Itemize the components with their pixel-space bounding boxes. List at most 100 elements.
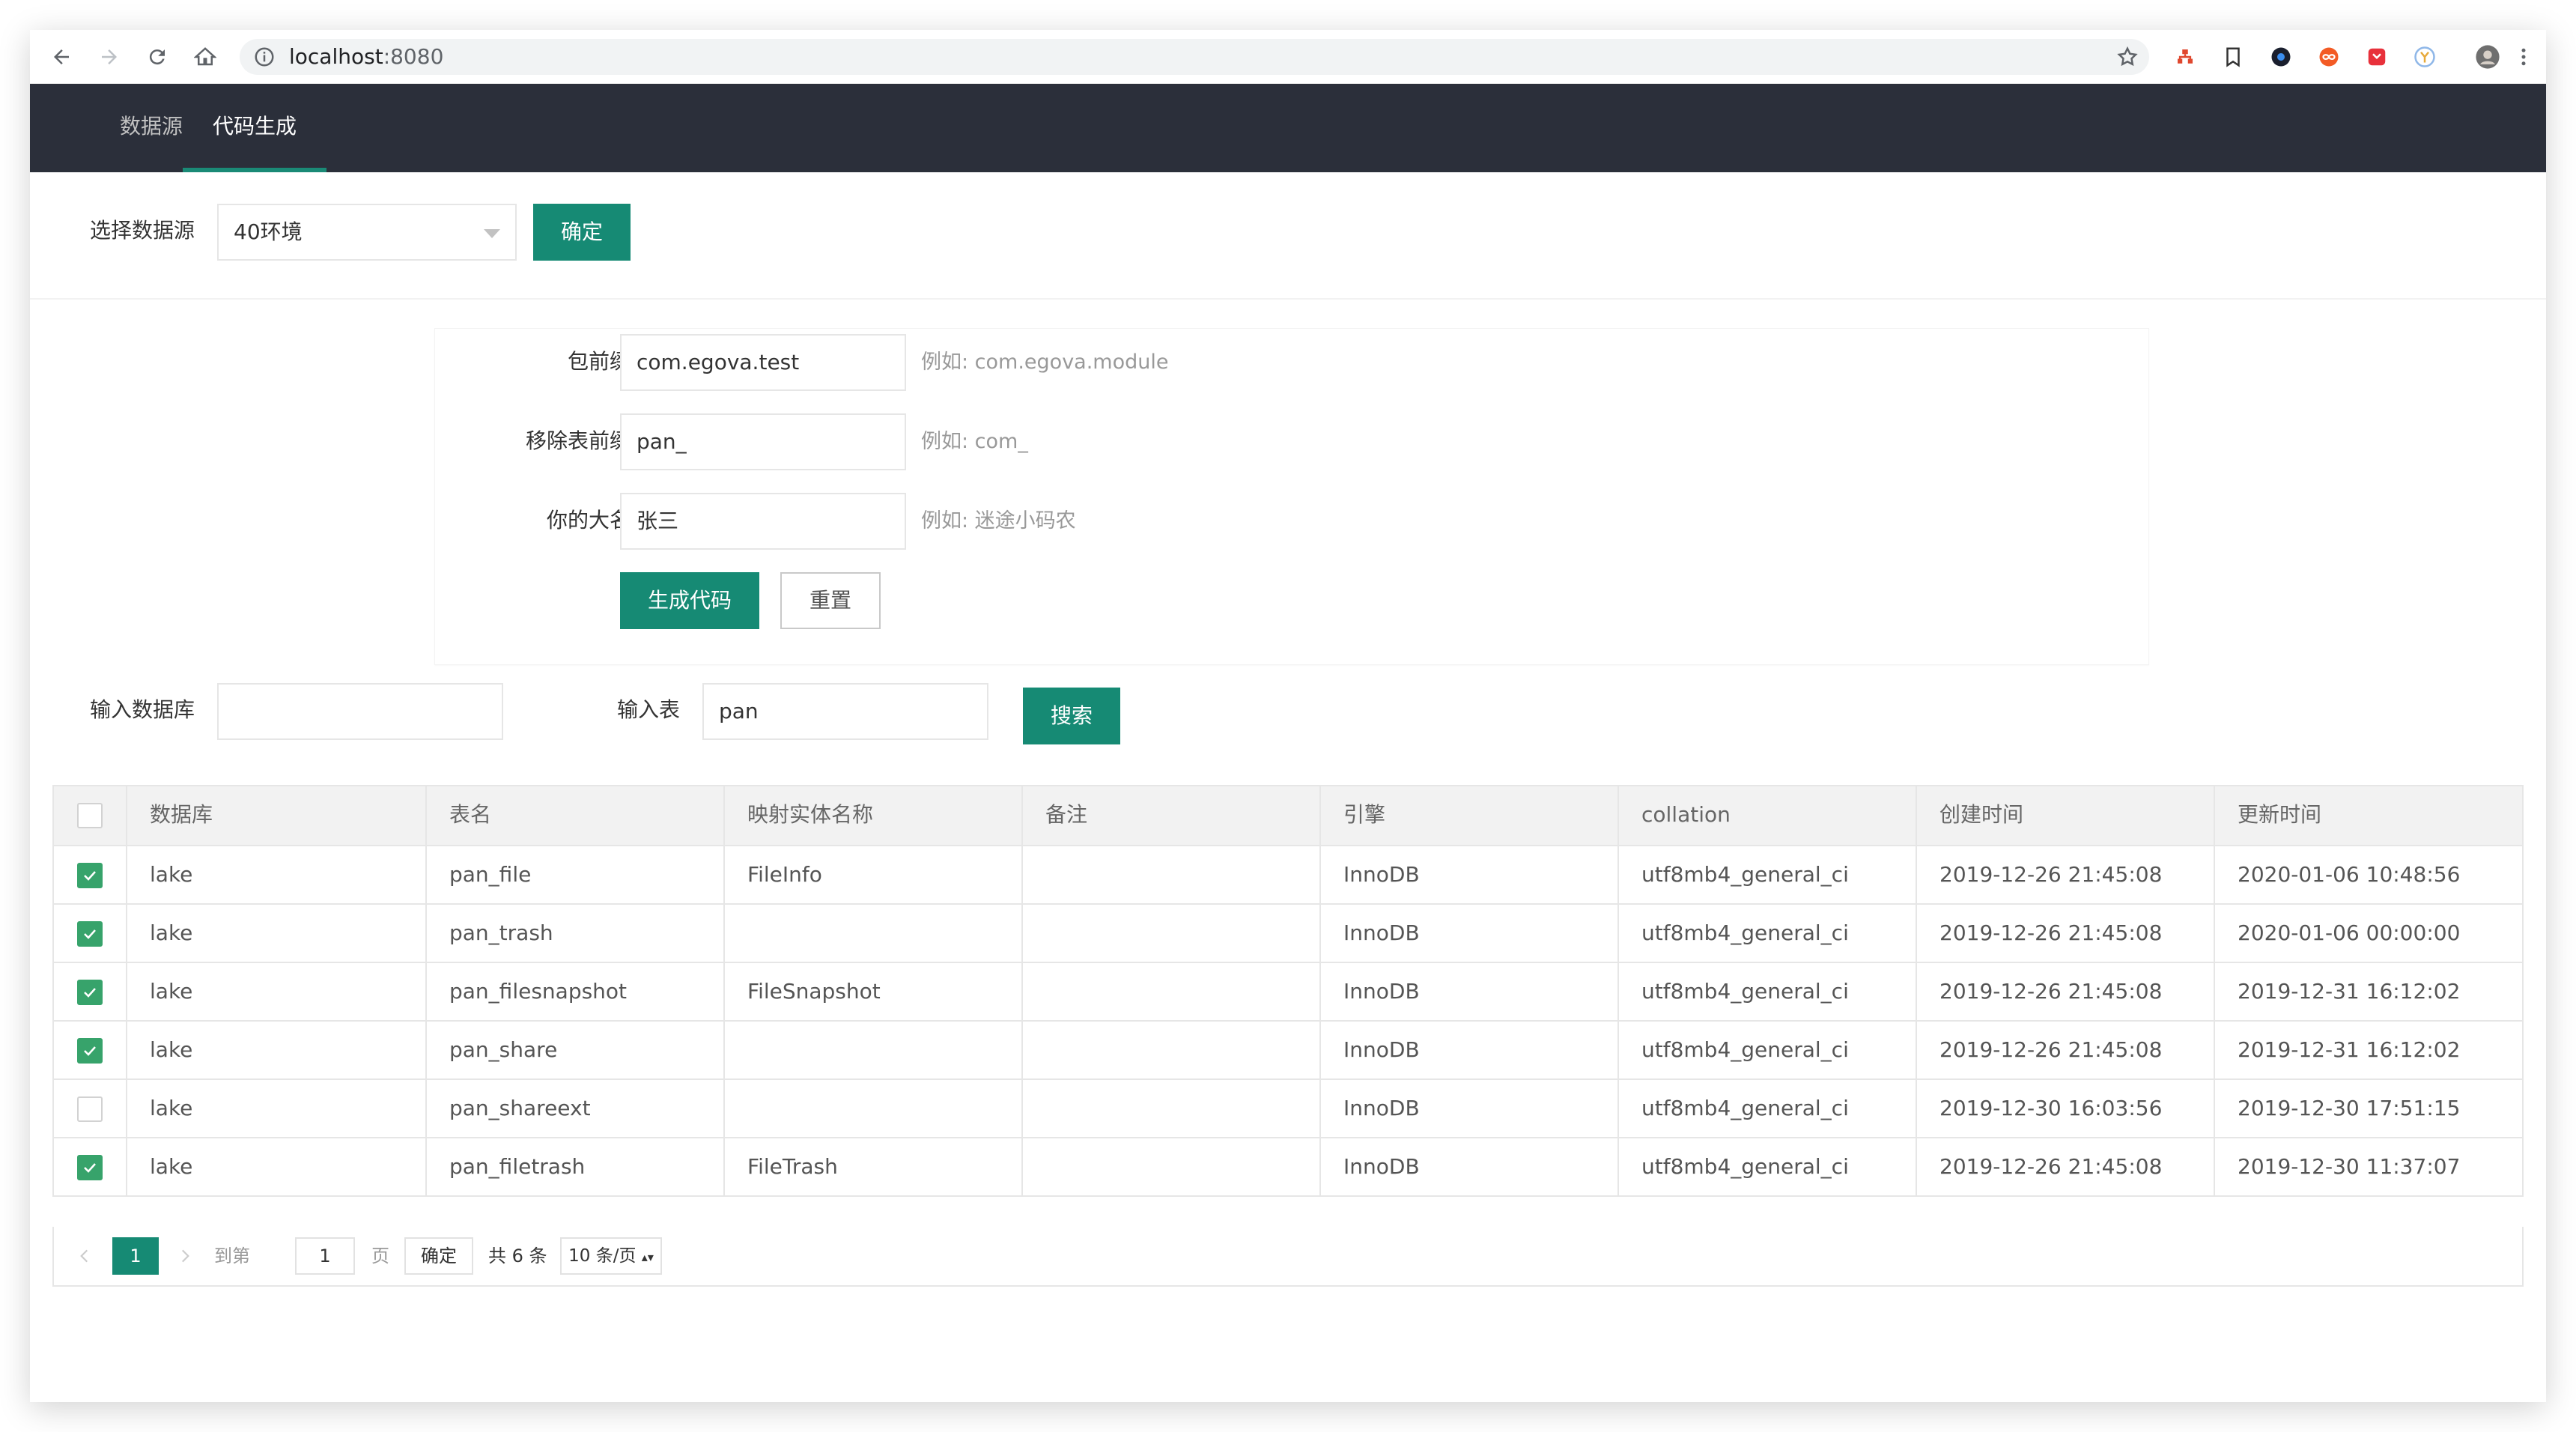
db-search-input[interactable]	[217, 683, 503, 740]
cell-collation: utf8mb4_general_ci	[1617, 1022, 1916, 1080]
forward-icon[interactable]	[93, 40, 126, 73]
app-navbar: 数据源 代码生成	[30, 84, 2546, 172]
extension-y-icon[interactable]	[2411, 43, 2438, 70]
back-icon[interactable]	[45, 40, 78, 73]
cell-collation: utf8mb4_general_ci	[1617, 1080, 1916, 1138]
divider	[30, 298, 2546, 300]
search-button[interactable]: 搜索	[1023, 688, 1120, 744]
header-collation[interactable]: collation	[1617, 786, 1916, 845]
row-select-cell	[54, 1138, 126, 1197]
row-checkbox[interactable]	[77, 1096, 103, 1122]
remove-prefix-hint: 例如: com_	[921, 430, 1028, 453]
cell-collation: utf8mb4_general_ci	[1617, 1138, 1916, 1197]
header-db[interactable]: 数据库	[126, 786, 425, 845]
check-icon	[84, 871, 96, 881]
table-row[interactable]: lake pan_share InnoDB utf8mb4_general_ci 201…	[54, 1020, 2522, 1080]
row-select-cell	[54, 963, 126, 1022]
select-all-checkbox[interactable]	[77, 803, 103, 828]
row-checkbox[interactable]	[77, 980, 103, 1005]
row-checkbox[interactable]	[77, 921, 103, 947]
cell-entity	[723, 1022, 1021, 1080]
cell-comment	[1021, 905, 1319, 963]
cell-name: pan_filesnapshot	[425, 963, 723, 1022]
generate-code-button[interactable]: 生成代码	[620, 572, 759, 629]
home-icon[interactable]	[189, 40, 222, 73]
cell-name: pan_trash	[425, 905, 723, 963]
table-row[interactable]: lake pan_filetrash FileTrash InnoDB utf8mb4_…	[54, 1137, 2522, 1197]
header-updated[interactable]: 更新时间	[2214, 786, 2522, 845]
profile-avatar[interactable]	[2474, 43, 2501, 70]
extension-circle-icon[interactable]	[2267, 43, 2294, 70]
table-row[interactable]: lake pan_file FileInfo InnoDB utf8mb4_genera…	[54, 845, 2522, 905]
datasource-confirm-button[interactable]: 确定	[533, 204, 631, 261]
cell-created: 2019-12-26 21:45:08	[1916, 1022, 2214, 1080]
header-engine[interactable]: 引擎	[1319, 786, 1617, 845]
cell-engine: InnoDB	[1319, 963, 1617, 1022]
cell-comment	[1021, 1080, 1319, 1138]
check-icon	[84, 1163, 96, 1173]
reset-button[interactable]: 重置	[780, 572, 881, 629]
cell-created: 2019-12-26 21:45:08	[1916, 846, 2214, 905]
cell-entity: FileInfo	[723, 846, 1021, 905]
cell-db: lake	[126, 905, 425, 963]
info-icon[interactable]	[253, 46, 276, 68]
table-row[interactable]: lake pan_shareext InnoDB utf8mb4_general_ci…	[54, 1078, 2522, 1138]
cell-created: 2019-12-26 21:45:08	[1916, 963, 2214, 1022]
package-prefix-label: 包前缀	[567, 349, 631, 374]
table-row[interactable]: lake pan_trash InnoDB utf8mb4_general_ci 201…	[54, 903, 2522, 963]
extension-bookmark-icon[interactable]	[2220, 43, 2247, 70]
author-label: 你的大名	[546, 508, 631, 533]
chevron-right-icon[interactable]	[174, 1237, 196, 1275]
row-checkbox[interactable]	[77, 1155, 103, 1180]
reload-icon[interactable]	[141, 40, 174, 73]
datasource-select[interactable]: 40环境	[217, 204, 517, 261]
cell-updated: 2019-12-31 16:12:02	[2214, 963, 2522, 1022]
page-size-select[interactable]: 10 条/页 ▴▾	[560, 1237, 662, 1275]
chevron-left-icon[interactable]	[73, 1237, 96, 1275]
cell-db: lake	[126, 1138, 425, 1197]
cell-engine: InnoDB	[1319, 846, 1617, 905]
bookmark-star-icon[interactable]	[2116, 46, 2139, 68]
header-created[interactable]: 创建时间	[1916, 786, 2214, 845]
extension-sitemap-icon[interactable]	[2172, 43, 2199, 70]
row-checkbox[interactable]	[77, 1038, 103, 1064]
address-bar[interactable]: localhost:8080	[240, 39, 2149, 75]
page-unit-label: 页	[371, 1246, 389, 1266]
row-checkbox[interactable]	[77, 863, 103, 888]
table-row[interactable]: lake pan_filesnapshot FileSnapshot InnoDB ut…	[54, 962, 2522, 1022]
check-icon	[84, 929, 96, 939]
header-entity[interactable]: 映射实体名称	[723, 786, 1021, 845]
cell-db: lake	[126, 1022, 425, 1080]
row-select-cell	[54, 1022, 126, 1080]
page-size-value: 10 条/页	[568, 1246, 637, 1266]
cell-collation: utf8mb4_general_ci	[1617, 846, 1916, 905]
goto-input[interactable]: 1	[295, 1237, 355, 1275]
cell-comment	[1021, 1138, 1319, 1197]
check-icon	[84, 1046, 96, 1056]
table-search-input[interactable]: pan	[702, 683, 988, 740]
page-current[interactable]: 1	[112, 1237, 159, 1275]
browser-window: localhost:8080 数据源 代码生成 选择数据源 40环境 确定 包前…	[30, 30, 2546, 1402]
cell-entity	[723, 1080, 1021, 1138]
cell-updated: 2019-12-30 17:51:15	[2214, 1080, 2522, 1138]
cell-created: 2019-12-26 21:45:08	[1916, 1138, 2214, 1197]
cell-engine: InnoDB	[1319, 1138, 1617, 1197]
cell-collation: utf8mb4_general_ci	[1617, 905, 1916, 963]
author-input[interactable]: 张三	[620, 493, 906, 550]
cell-name: pan_shareext	[425, 1080, 723, 1138]
extension-infinity-icon[interactable]	[2315, 43, 2342, 70]
goto-confirm-button[interactable]: 确定	[404, 1237, 473, 1275]
header-name[interactable]: 表名	[425, 786, 723, 845]
row-select-cell	[54, 905, 126, 963]
tab-codegen[interactable]: 代码生成	[183, 84, 327, 172]
package-prefix-input[interactable]: com.egova.test	[620, 334, 906, 391]
remove-prefix-input[interactable]: pan_	[620, 413, 906, 470]
menu-dots-icon[interactable]	[2510, 43, 2537, 70]
cell-created: 2019-12-26 21:45:08	[1916, 905, 2214, 963]
extension-shield-icon[interactable]	[2363, 43, 2390, 70]
cell-db: lake	[126, 963, 425, 1022]
header-comment[interactable]: 备注	[1021, 786, 1319, 845]
select-all-cell	[54, 786, 126, 845]
remove-prefix-label: 移除表前缀	[525, 428, 631, 453]
url-host: localhost	[289, 44, 383, 69]
